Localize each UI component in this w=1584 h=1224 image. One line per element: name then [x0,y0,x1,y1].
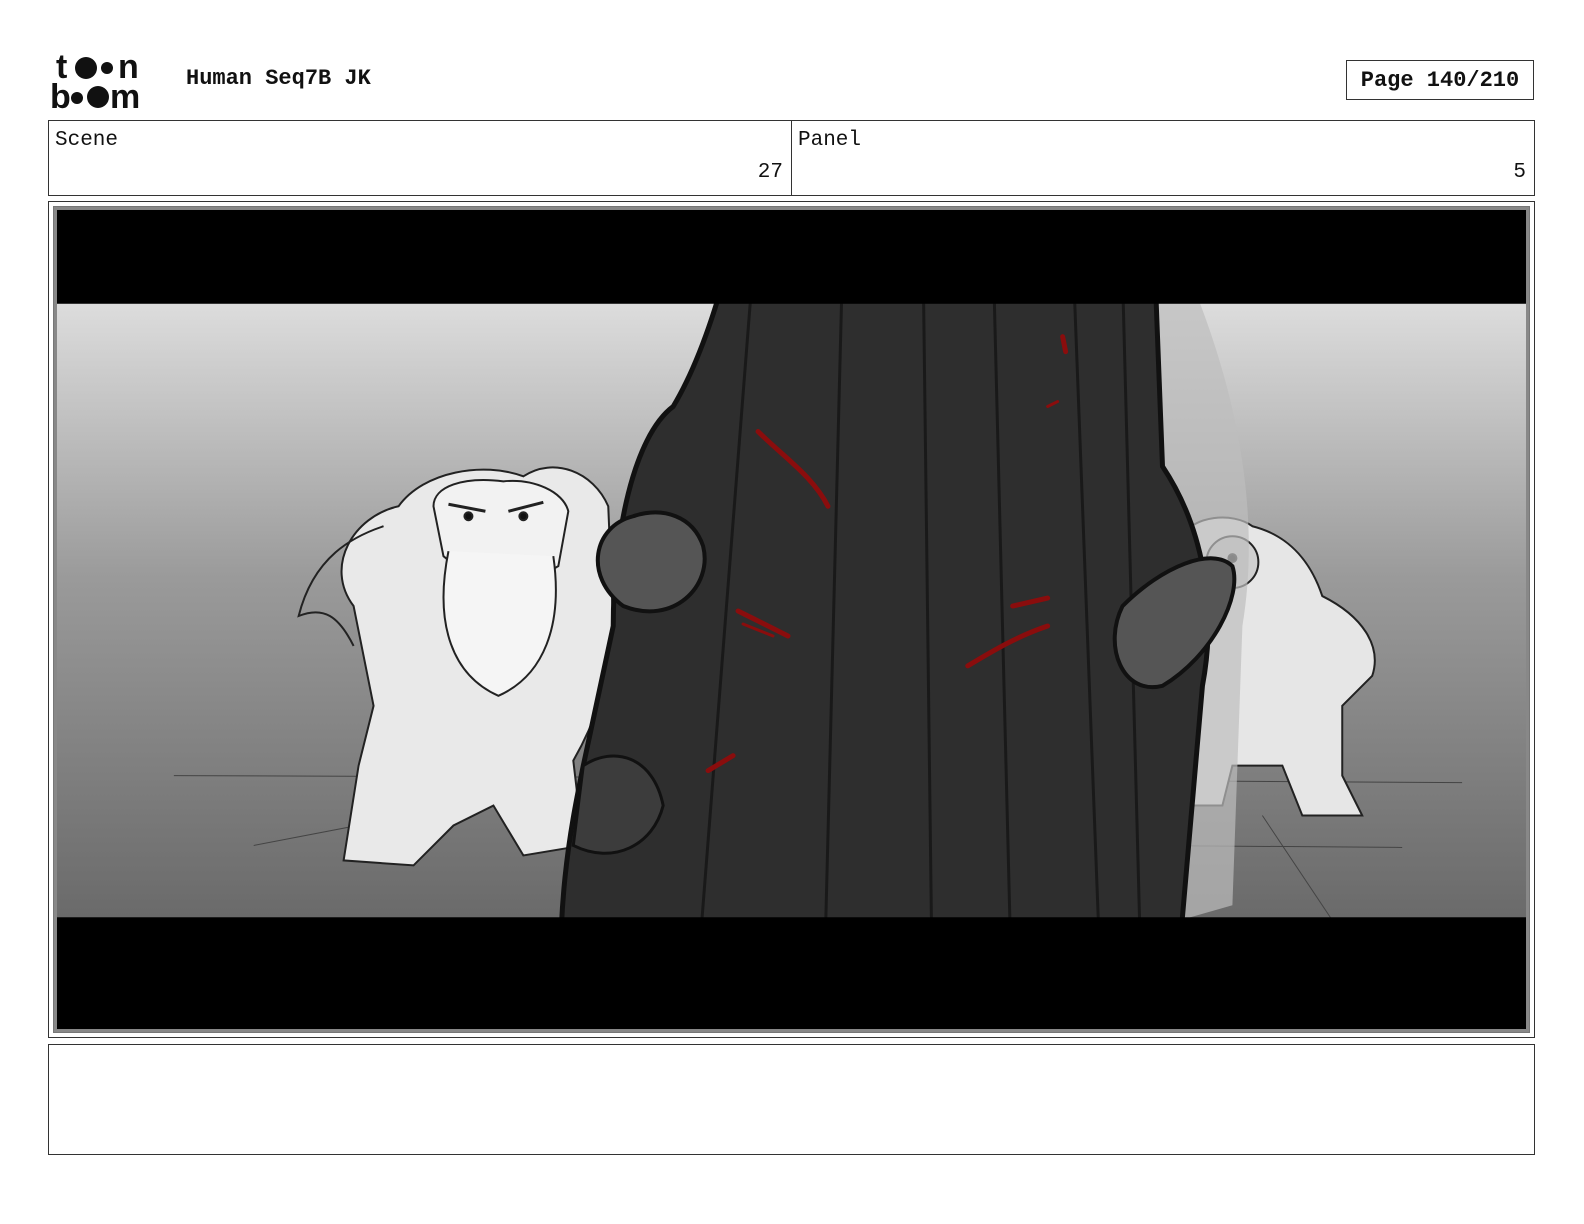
scene-panel-info: Scene 27 Panel 5 [48,120,1535,196]
toonboom-logo: t n b m [50,50,140,112]
letterbox-bottom [54,917,1529,1032]
panel-cell: Panel 5 [792,121,1534,195]
storyboard-image [53,206,1530,1033]
panel-label: Panel [798,129,862,152]
svg-text:m: m [110,78,140,112]
svg-text:b: b [50,78,71,112]
scene-label: Scene [55,129,119,152]
storyboard-frame [48,201,1535,1038]
storyboard-sketch [54,207,1529,1032]
letterbox-top [54,207,1529,304]
notes-box [48,1044,1535,1155]
scene-number: 27 [757,161,783,184]
panel-number: 5 [1513,161,1526,184]
page-indicator: Page 140/210 [1346,60,1534,100]
scene-cell: Scene 27 [49,121,792,195]
project-title: Human Seq7B JK [186,66,371,91]
